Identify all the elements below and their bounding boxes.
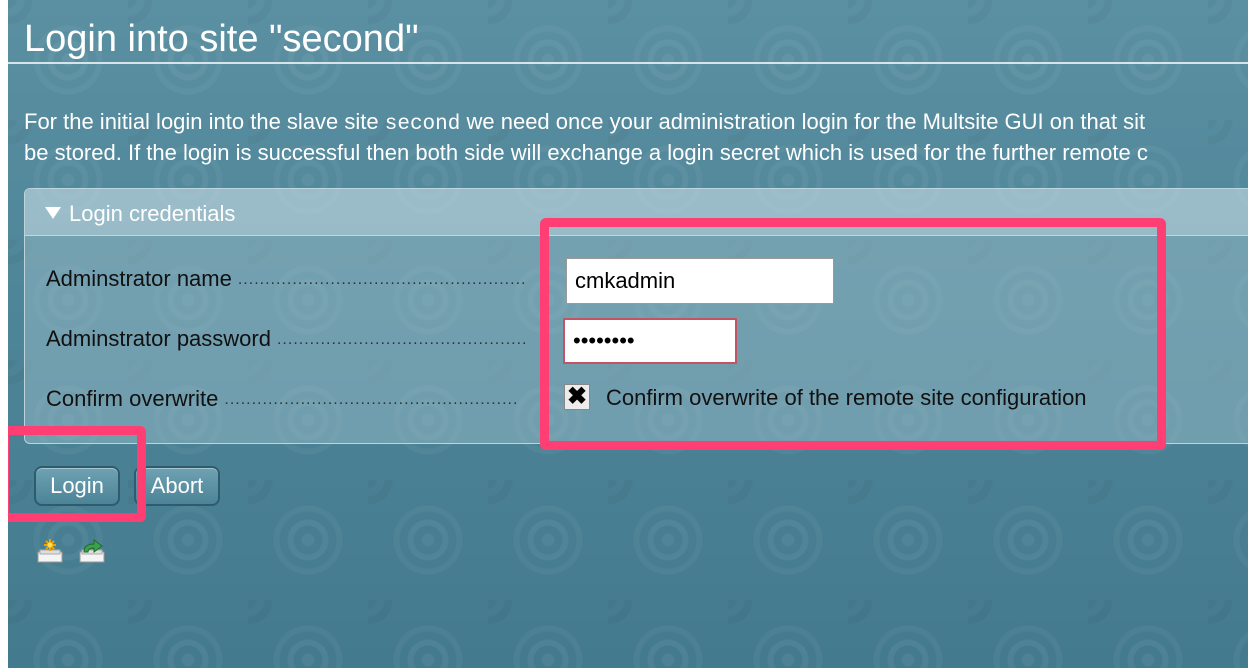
page-title: Login into site "second" — [24, 18, 419, 60]
intro-text: For the initial login into the slave sit… — [24, 108, 1248, 167]
intro-site-code: second — [384, 113, 461, 136]
admin-name-label: Adminstrator name.......................… — [46, 266, 526, 291]
highlight-box-login — [8, 426, 146, 522]
abort-button[interactable]: Abort — [134, 466, 220, 506]
title-divider — [8, 62, 1248, 64]
left-edge — [0, 0, 8, 668]
confirm-overwrite-label: Confirm overwrite.......................… — [46, 386, 519, 411]
section-title: Login credentials — [69, 201, 236, 226]
page: Login into site "second" For the initial… — [8, 0, 1248, 668]
intro-line1-post: we need once your administration login f… — [460, 109, 1146, 134]
highlight-box-fields — [540, 218, 1166, 450]
intro-line2: be stored. If the login is successful th… — [24, 140, 1148, 165]
admin-password-label: Adminstrator password...................… — [46, 326, 526, 351]
intro-line1-pre: For the initial login into the slave sit… — [24, 109, 385, 134]
new-site-icon[interactable] — [36, 538, 64, 564]
collapse-triangle-icon[interactable] — [45, 207, 61, 219]
back-arrow-icon[interactable] — [78, 538, 106, 564]
